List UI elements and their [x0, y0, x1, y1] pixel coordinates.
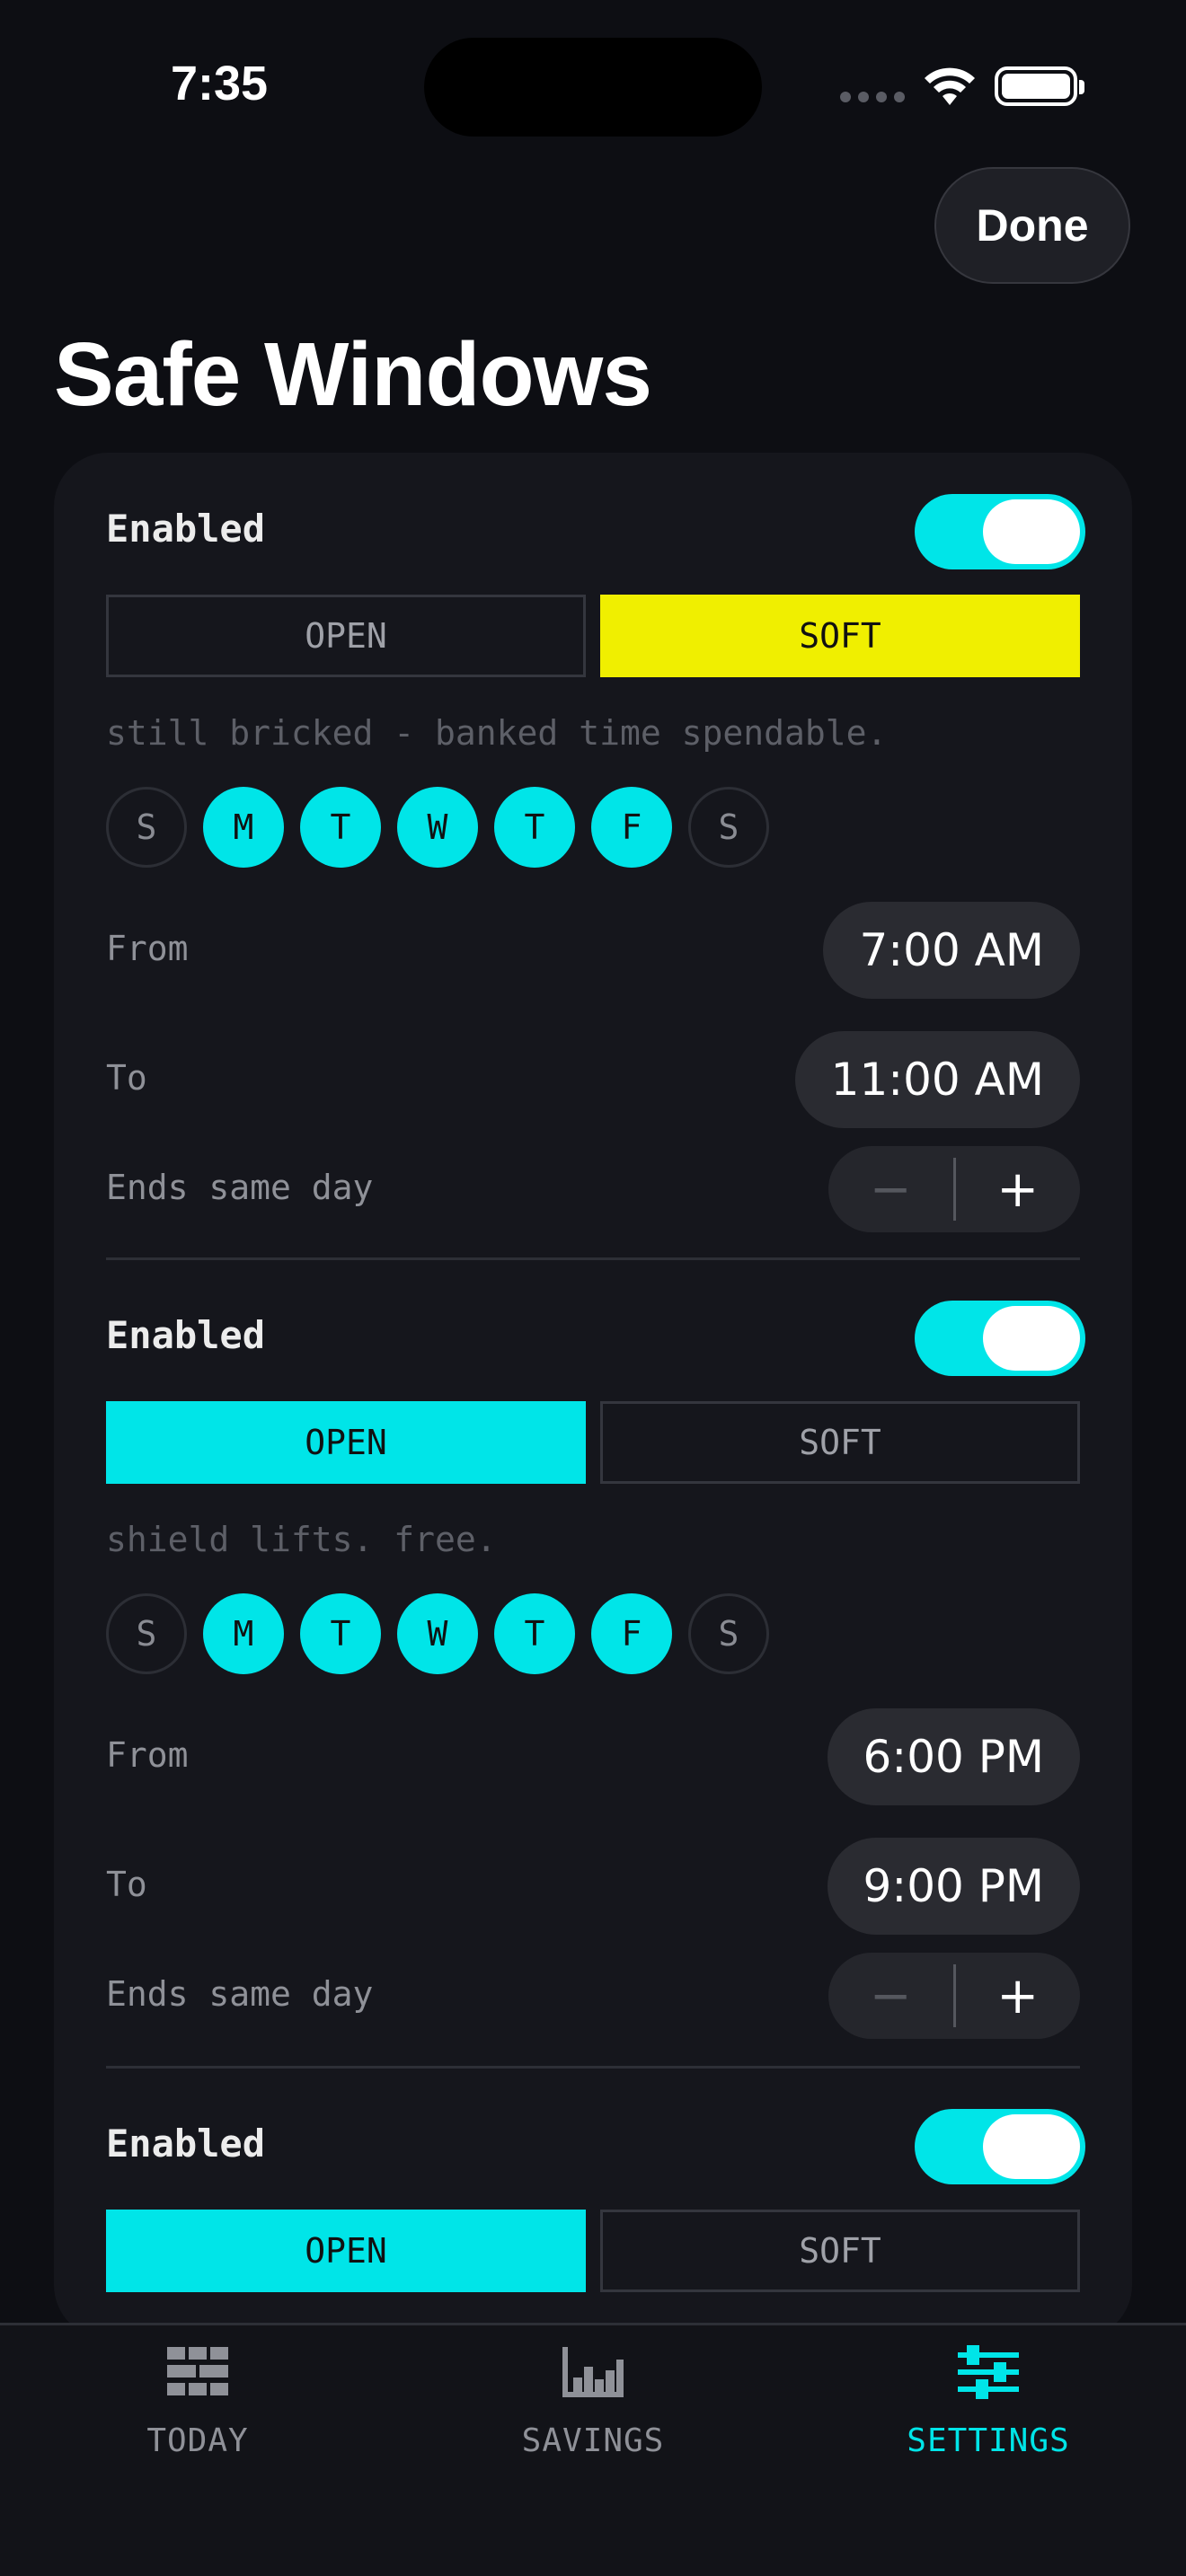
day-offset-stepper: − +: [828, 1146, 1080, 1232]
to-row: To 9:00 PM: [106, 1838, 1080, 1935]
enabled-label: Enabled: [106, 1313, 266, 1357]
cellular-signal-icon: [840, 92, 905, 102]
enabled-row: Enabled: [106, 494, 1085, 575]
done-button[interactable]: Done: [934, 167, 1130, 284]
safe-window-3: Enabled OPEN SOFT: [106, 2109, 1085, 2292]
mode-open-option[interactable]: OPEN: [106, 2210, 586, 2292]
window-separator: [106, 1257, 1080, 1260]
tab-bar: TODAY SAVINGS SETTINGS: [0, 2323, 1186, 2576]
day-friday[interactable]: F: [591, 1593, 672, 1674]
tab-label: TODAY: [146, 2422, 249, 2459]
enabled-label: Enabled: [106, 507, 266, 551]
safe-window-2: Enabled OPEN SOFT shield lifts. free. S …: [106, 1301, 1085, 2039]
mode-segmented-control: OPEN SOFT: [106, 1401, 1080, 1484]
mode-segmented-control: OPEN SOFT: [106, 595, 1080, 677]
enabled-row: Enabled: [106, 2109, 1085, 2190]
toggle-knob: [983, 499, 1080, 564]
decrement-button[interactable]: −: [828, 1953, 953, 2039]
day-selector: S M T W T F S: [106, 1593, 769, 1674]
enabled-label: Enabled: [106, 2122, 266, 2166]
day-monday[interactable]: M: [203, 1593, 284, 1674]
safe-window-1: Enabled OPEN SOFT still bricked - banked…: [106, 494, 1085, 1232]
mode-hint: still bricked - banked time spendable.: [106, 713, 888, 753]
tab-settings[interactable]: SETTINGS: [854, 2343, 1123, 2478]
from-row: From 6:00 PM: [106, 1708, 1080, 1805]
day-monday[interactable]: M: [203, 787, 284, 868]
calendar-grid-icon: [167, 2347, 228, 2395]
windows-card: Enabled OPEN SOFT still bricked - banked…: [54, 453, 1132, 2339]
enabled-toggle[interactable]: [915, 1301, 1085, 1376]
bar-chart-icon: [562, 2347, 624, 2397]
status-time: 7:35: [171, 57, 269, 110]
day-saturday[interactable]: S: [688, 787, 769, 868]
day-sunday[interactable]: S: [106, 787, 187, 868]
tab-today[interactable]: TODAY: [63, 2343, 332, 2478]
to-label: To: [106, 1058, 147, 1098]
page-title: Safe Windows: [54, 324, 652, 425]
mode-hint: shield lifts. free.: [106, 1520, 497, 1559]
from-row: From 7:00 AM: [106, 902, 1080, 999]
day-friday[interactable]: F: [591, 787, 672, 868]
day-wednesday[interactable]: W: [397, 1593, 478, 1674]
to-label: To: [106, 1865, 147, 1904]
mode-soft-option[interactable]: SOFT: [600, 595, 1080, 677]
from-label: From: [106, 1735, 189, 1775]
mode-open-option[interactable]: OPEN: [106, 595, 586, 677]
enabled-toggle[interactable]: [915, 2109, 1085, 2184]
app-screen: 7:35 Done Safe Windows Enabled OPEN SOFT…: [0, 0, 1186, 2576]
day-selector: S M T W T F S: [106, 787, 769, 868]
mode-soft-option[interactable]: SOFT: [600, 1401, 1080, 1484]
day-offset-stepper: − +: [828, 1953, 1080, 2039]
tab-savings[interactable]: SAVINGS: [458, 2343, 728, 2478]
day-thursday[interactable]: T: [494, 787, 575, 868]
from-label: From: [106, 929, 189, 968]
mode-open-option[interactable]: OPEN: [106, 1401, 586, 1484]
ends-row: Ends same day − +: [106, 1953, 1080, 2039]
day-tuesday[interactable]: T: [300, 787, 381, 868]
day-sunday[interactable]: S: [106, 1593, 187, 1674]
tab-label: SETTINGS: [907, 2422, 1070, 2459]
to-row: To 11:00 AM: [106, 1031, 1080, 1128]
ends-row: Ends same day − +: [106, 1146, 1080, 1232]
decrement-button[interactable]: −: [828, 1146, 953, 1232]
to-time-picker[interactable]: 11:00 AM: [794, 1031, 1080, 1128]
enabled-row: Enabled: [106, 1301, 1085, 1381]
wifi-icon: [925, 67, 975, 105]
window-separator: [106, 2066, 1080, 2069]
from-time-picker[interactable]: 7:00 AM: [823, 902, 1080, 999]
status-icons: [840, 61, 1084, 111]
dynamic-island: [424, 38, 762, 137]
ends-label: Ends same day: [106, 1168, 374, 1207]
day-tuesday[interactable]: T: [300, 1593, 381, 1674]
increment-button[interactable]: +: [956, 1146, 1081, 1232]
from-time-picker[interactable]: 6:00 PM: [827, 1708, 1080, 1805]
day-wednesday[interactable]: W: [397, 787, 478, 868]
day-thursday[interactable]: T: [494, 1593, 575, 1674]
enabled-toggle[interactable]: [915, 494, 1085, 569]
day-saturday[interactable]: S: [688, 1593, 769, 1674]
toggle-knob: [983, 2114, 1080, 2179]
sliders-icon: [958, 2345, 1019, 2399]
mode-soft-option[interactable]: SOFT: [600, 2210, 1080, 2292]
mode-segmented-control: OPEN SOFT: [106, 2210, 1080, 2292]
toggle-knob: [983, 1306, 1080, 1371]
ends-label: Ends same day: [106, 1974, 374, 2014]
increment-button[interactable]: +: [956, 1953, 1081, 2039]
to-time-picker[interactable]: 9:00 PM: [827, 1838, 1080, 1935]
battery-icon: [995, 66, 1084, 106]
tab-label: SAVINGS: [521, 2422, 665, 2459]
